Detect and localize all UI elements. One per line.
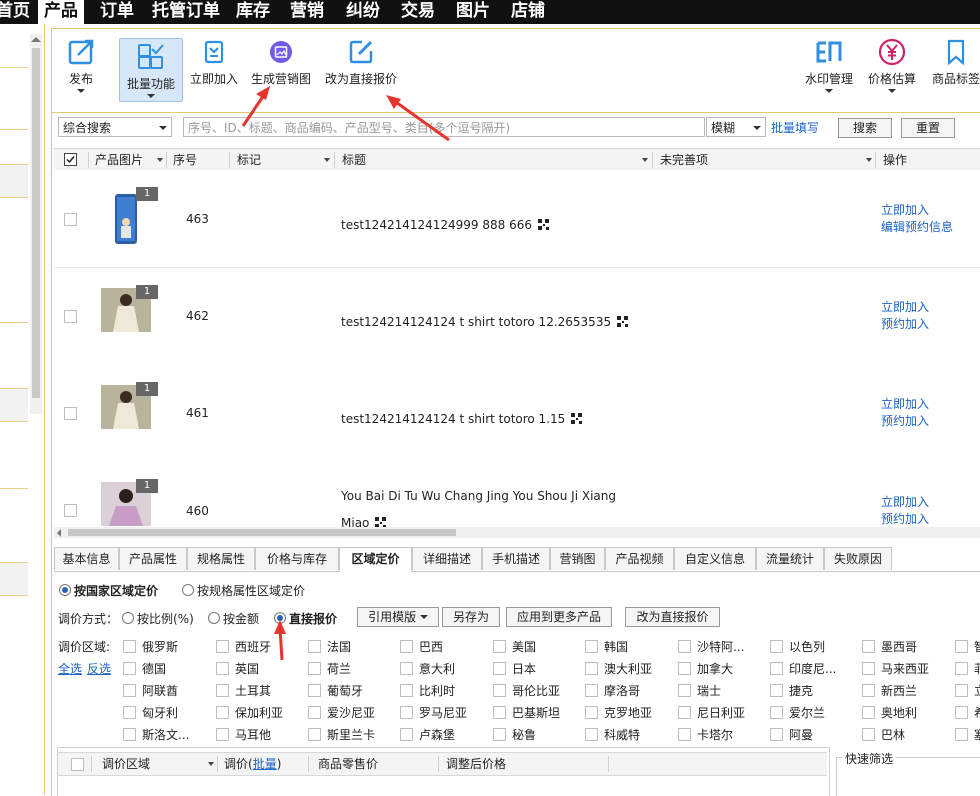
annotation-arrows (241, 86, 450, 661)
red-arrow-icon (274, 620, 286, 661)
red-arrow-icon (386, 95, 450, 142)
red-arrow-icon (241, 86, 270, 127)
